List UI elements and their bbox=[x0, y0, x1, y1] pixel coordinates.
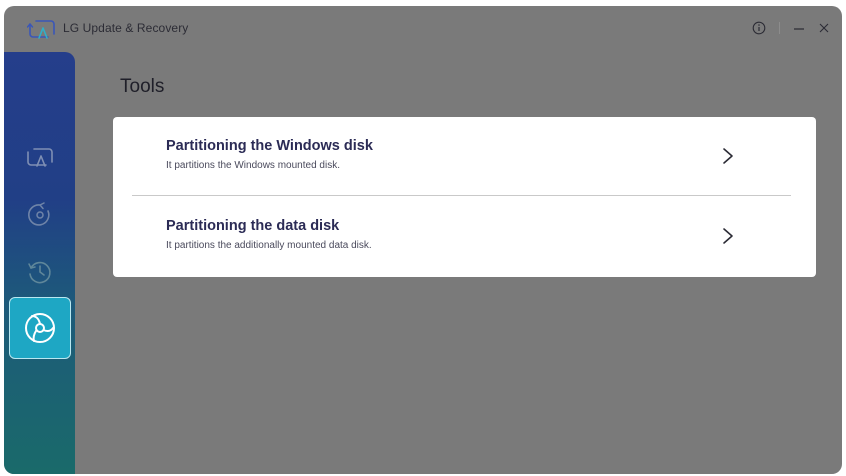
app-title: LG Update & Recovery bbox=[63, 21, 189, 35]
page-title: Tools bbox=[120, 76, 165, 97]
tools-icon bbox=[25, 313, 55, 343]
tools-card: Partitioning the Windows disk It partiti… bbox=[113, 117, 816, 277]
tool-item-description: It partitions the Windows mounted disk. bbox=[166, 160, 340, 171]
close-icon[interactable] bbox=[815, 19, 833, 37]
sidebar-item-tools[interactable] bbox=[9, 297, 71, 359]
history-icon bbox=[28, 261, 51, 284]
tool-item-title: Partitioning the data disk bbox=[166, 218, 340, 234]
title-bar: LG Update & Recovery bbox=[4, 6, 842, 52]
sidebar-item-history[interactable] bbox=[9, 241, 71, 303]
tool-item-description: It partitions the additionally mounted d… bbox=[166, 240, 372, 251]
minimize-icon[interactable] bbox=[790, 19, 808, 37]
info-icon[interactable] bbox=[750, 19, 768, 37]
tool-item-data-disk[interactable]: Partitioning the data disk It partitions… bbox=[113, 197, 816, 277]
sidebar bbox=[4, 52, 75, 474]
sidebar-item-update[interactable] bbox=[9, 126, 71, 188]
app-window: LG Update & Recovery Tools Partitioning … bbox=[4, 6, 842, 474]
app-logo-icon bbox=[27, 20, 55, 39]
divider bbox=[132, 195, 791, 196]
tool-item-windows-disk[interactable]: Partitioning the Windows disk It partiti… bbox=[113, 117, 816, 197]
update-icon bbox=[27, 148, 53, 167]
sidebar-item-recovery[interactable] bbox=[9, 184, 71, 246]
chevron-right-icon bbox=[723, 148, 733, 164]
recovery-icon bbox=[28, 202, 50, 226]
tool-item-title: Partitioning the Windows disk bbox=[166, 138, 373, 154]
titlebar-separator bbox=[779, 22, 780, 34]
chevron-right-icon bbox=[723, 228, 733, 244]
